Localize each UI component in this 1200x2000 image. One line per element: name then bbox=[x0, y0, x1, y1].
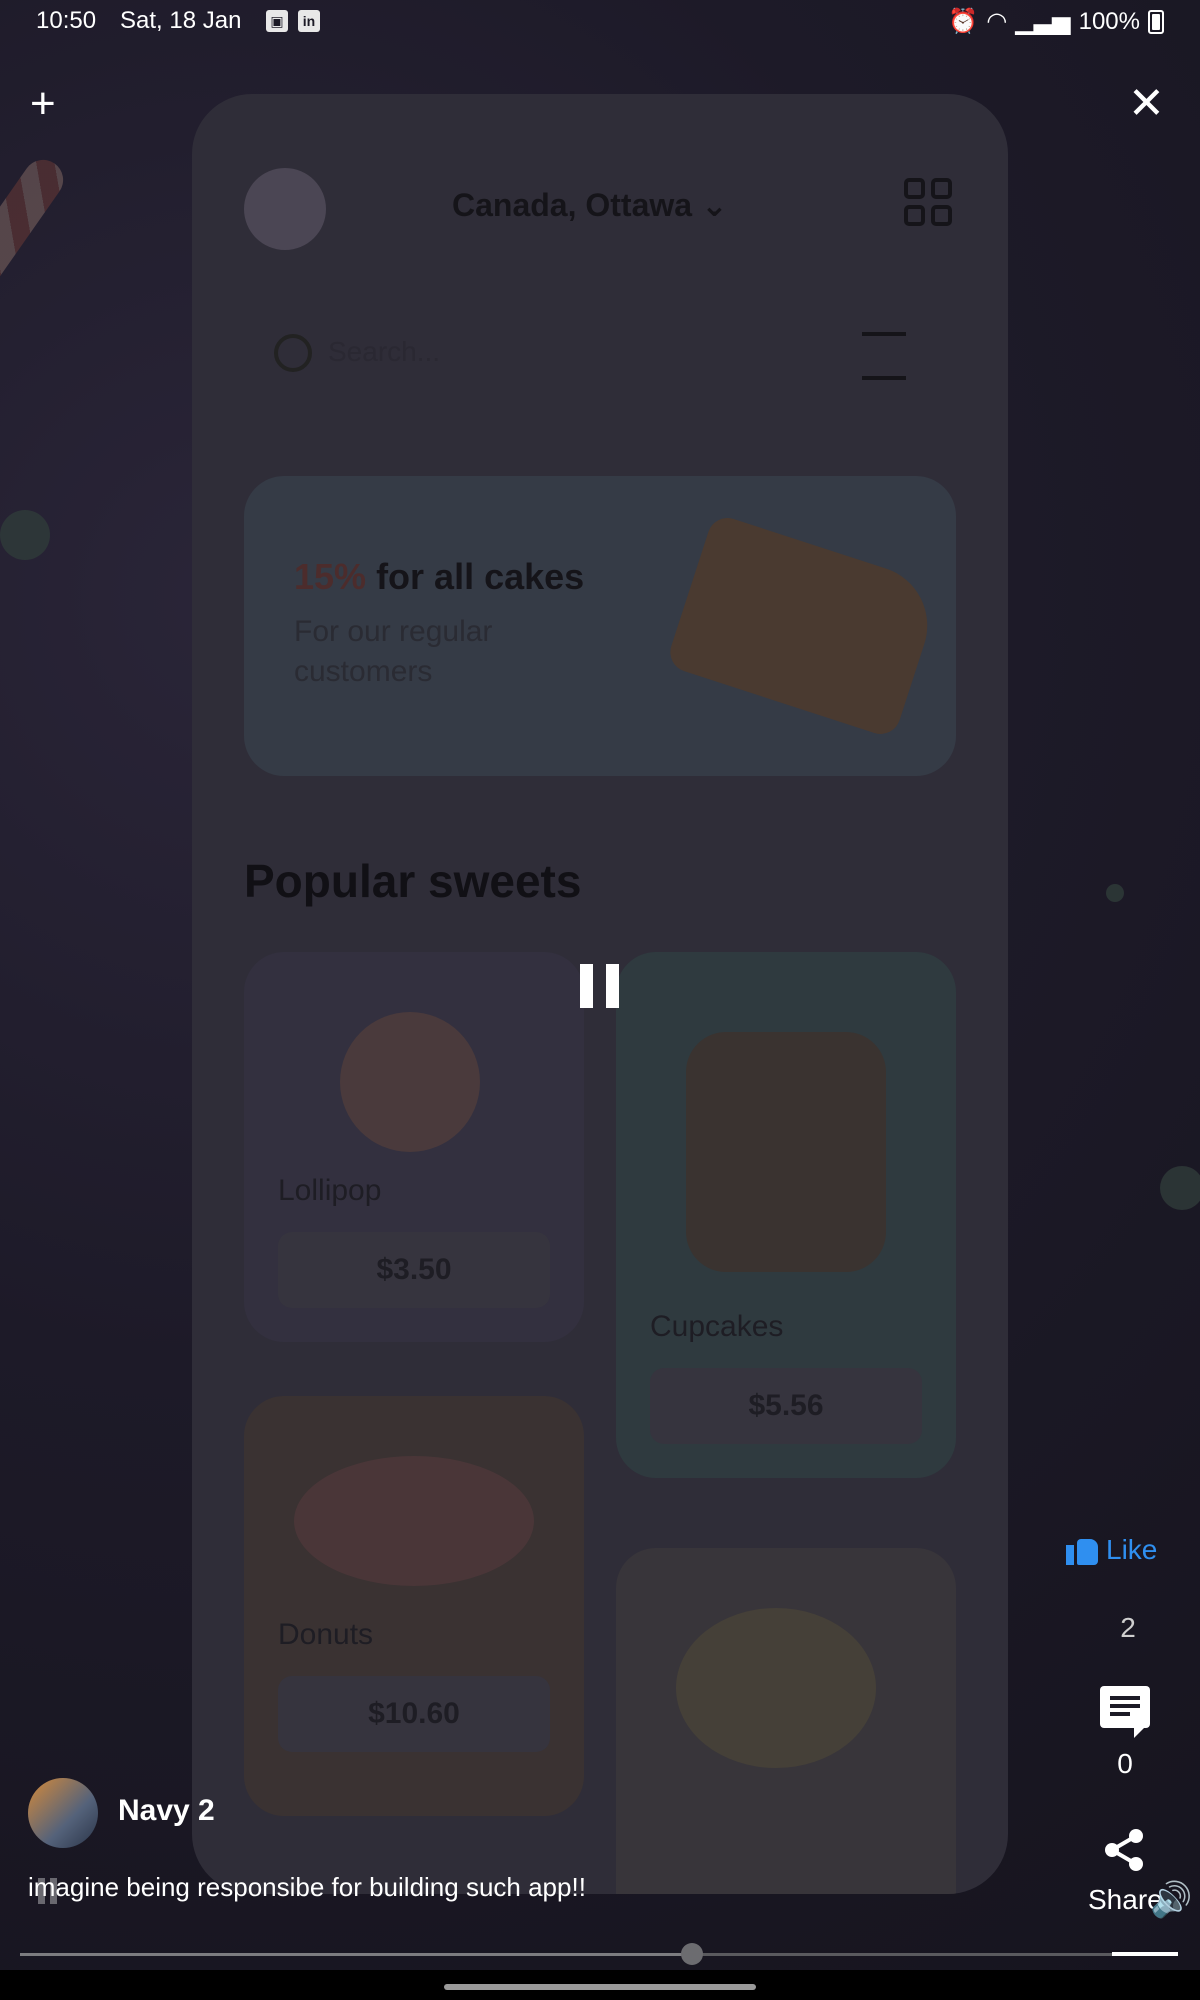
status-date: Sat, 18 Jan bbox=[120, 7, 242, 34]
video-progress-bar[interactable] bbox=[20, 1943, 1178, 1965]
macarons-image bbox=[676, 1608, 876, 1768]
product-name: Donuts bbox=[278, 1618, 374, 1651]
preview-banner-title: 15% for all cakes bbox=[294, 556, 585, 597]
background-dot bbox=[1160, 1166, 1200, 1210]
product-price: $10.60 bbox=[278, 1676, 550, 1752]
status-bar: 10:50 Sat, 18 Jan ▣ in ⏰ ◠ ▁▃▅ 100% bbox=[0, 0, 1200, 44]
pause-icon[interactable] bbox=[580, 964, 620, 1008]
volume-icon[interactable]: 🔊 bbox=[1150, 1880, 1192, 1920]
preview-product-card: Donuts $10.60 bbox=[244, 1396, 584, 1816]
comment-icon[interactable] bbox=[1100, 1686, 1150, 1738]
author-avatar[interactable] bbox=[28, 1778, 98, 1848]
like-icon bbox=[1066, 1535, 1098, 1565]
like-count: 2 bbox=[1120, 1612, 1136, 1643]
background-dot bbox=[1106, 884, 1124, 902]
preview-search-bar: Search... bbox=[244, 294, 956, 404]
lollipop-image bbox=[340, 1012, 480, 1152]
preview-promo-banner: 15% for all cakes For our regular custom… bbox=[244, 476, 956, 776]
product-name: Cupcakes bbox=[650, 1310, 784, 1343]
preview-grid-icon bbox=[904, 178, 952, 226]
plus-icon[interactable]: + bbox=[30, 82, 56, 126]
linkedin-notification-icon: in bbox=[298, 10, 320, 32]
share-icon[interactable] bbox=[1100, 1826, 1148, 1874]
product-price: $5.56 bbox=[650, 1368, 922, 1444]
gesture-handle[interactable] bbox=[444, 1984, 756, 1990]
product-price: $3.50 bbox=[278, 1232, 550, 1308]
status-right-group: ⏰ ◠ ▁▃▅ 100% bbox=[948, 7, 1164, 36]
like-label: Like bbox=[1106, 1534, 1158, 1565]
cupcake-image bbox=[686, 1032, 886, 1272]
donuts-image bbox=[294, 1456, 534, 1586]
progress-fill bbox=[20, 1953, 692, 1956]
preview-product-card: Lollipop $3.50 bbox=[244, 952, 584, 1342]
like-button[interactable]: Like bbox=[1066, 1534, 1157, 1566]
background-dot bbox=[0, 510, 50, 560]
progress-thumb[interactable] bbox=[680, 1943, 703, 1965]
preview-filter-icon bbox=[862, 332, 906, 380]
preview-location: Canada, Ottawa ⌄ bbox=[452, 187, 728, 223]
comment-count: 0 bbox=[1117, 1748, 1133, 1779]
author-name[interactable]: Navy 2 bbox=[118, 1794, 215, 1828]
preview-avatar bbox=[244, 168, 326, 250]
preview-product-card bbox=[616, 1548, 956, 1894]
preview-search-icon bbox=[274, 334, 312, 372]
product-name: Lollipop bbox=[278, 1174, 382, 1207]
signal-icon: ▁▃▅ bbox=[1015, 8, 1071, 35]
alarm-icon: ⏰ bbox=[948, 8, 979, 35]
preview-search-placeholder: Search... bbox=[328, 336, 441, 367]
battery-icon bbox=[1148, 9, 1164, 34]
preview-cake-image bbox=[665, 512, 943, 740]
preview-product-card: Cupcakes $5.56 bbox=[616, 952, 956, 1478]
preview-banner-subtitle: For our regular customers bbox=[294, 615, 493, 688]
status-time: 10:50 bbox=[36, 7, 97, 34]
gallery-notification-icon: ▣ bbox=[266, 10, 288, 32]
progress-end-segment bbox=[1112, 1952, 1178, 1956]
preview-section-title: Popular sweets bbox=[244, 855, 582, 907]
post-caption: imagine being responsibe for building su… bbox=[28, 1872, 586, 1902]
close-icon[interactable]: ✕ bbox=[1128, 82, 1165, 126]
wifi-icon: ◠ bbox=[986, 8, 1008, 35]
battery-percent: 100% bbox=[1078, 7, 1140, 35]
